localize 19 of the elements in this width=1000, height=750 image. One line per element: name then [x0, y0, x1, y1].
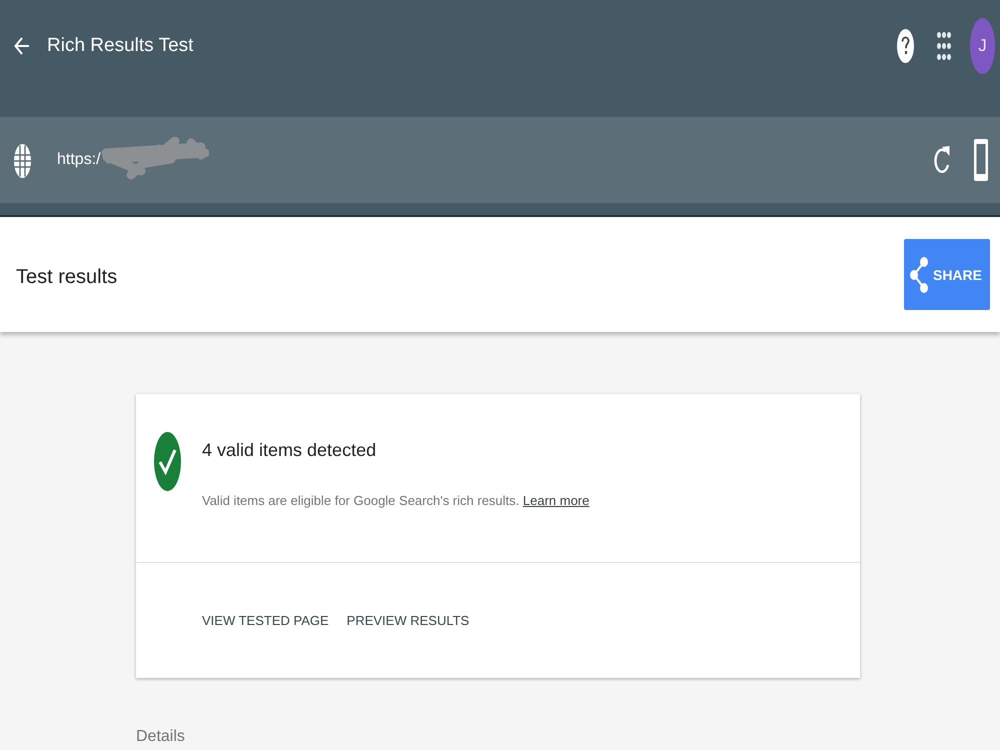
refresh-icon[interactable] [934, 144, 950, 176]
summary-description: Valid items are eligible for Google Search's rich results. Learn more [202, 492, 590, 510]
url-bar[interactable]: https:/ [0, 117, 1000, 203]
help-icon[interactable] [897, 29, 914, 63]
summary-title: 4 valid items detected [202, 439, 378, 462]
share-button[interactable]: SHARE [904, 239, 990, 310]
card-action-button[interactable]: VIEW TESTED PAGE [202, 613, 329, 628]
card-action-button[interactable]: PREVIEW RESULTS [346, 613, 470, 628]
back-arrow-icon[interactable] [14, 36, 30, 56]
globe-icon [14, 144, 31, 178]
app-title: Rich Results Test [47, 35, 194, 57]
url-text: https:/ [57, 151, 101, 169]
results-title: Test results [16, 266, 118, 289]
learn-more-link[interactable]: Learn more [522, 493, 590, 508]
details-heading: Details [136, 728, 185, 745]
apps-grid-icon[interactable] [937, 32, 951, 60]
share-icon [910, 256, 928, 292]
phone-icon[interactable] [974, 139, 988, 181]
account-avatar[interactable]: J [970, 18, 995, 74]
